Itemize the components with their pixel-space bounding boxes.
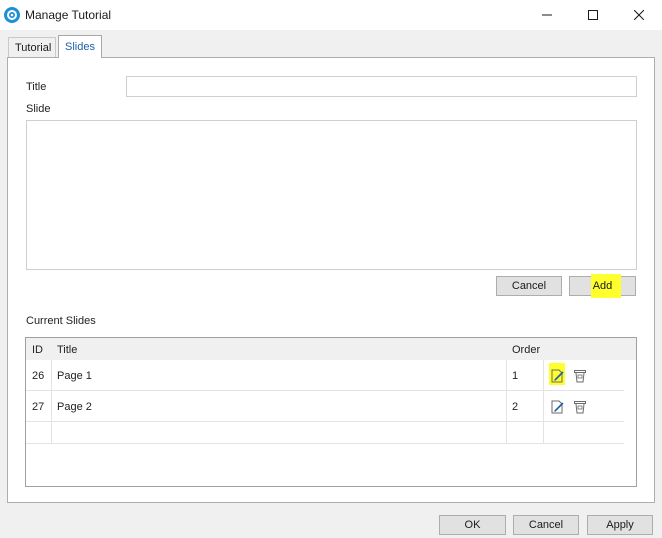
close-button[interactable]: [616, 0, 662, 30]
column-divider: [51, 360, 52, 444]
cancel-button[interactable]: Cancel: [513, 515, 579, 535]
add-slide-button[interactable]: Add: [569, 274, 636, 298]
title-label: Title: [26, 81, 47, 93]
minimize-icon: [542, 14, 552, 16]
ok-button[interactable]: OK: [439, 515, 506, 535]
table-row[interactable]: 26 Page 1 1: [26, 360, 624, 391]
row-title: Page 2: [57, 401, 92, 413]
title-bar: Manage Tutorial: [0, 0, 662, 30]
row-order: 1: [512, 370, 519, 382]
column-divider: [543, 360, 544, 444]
app-icon: [4, 7, 20, 23]
current-slides-label: Current Slides: [26, 315, 96, 327]
maximize-icon: [588, 10, 598, 20]
slide-textarea[interactable]: [26, 120, 637, 270]
current-slides-grid: ID Title Order 26 Page 1 1 27 Page 2 2: [25, 337, 637, 487]
column-header-title[interactable]: Title: [57, 344, 77, 356]
edit-icon[interactable]: [550, 368, 566, 384]
delete-icon[interactable]: [572, 399, 588, 415]
window-title: Manage Tutorial: [25, 8, 112, 22]
cancel-slide-button-label: Cancel: [511, 280, 547, 292]
cancel-button-label: Cancel: [528, 519, 564, 531]
row-id: 27: [32, 401, 45, 413]
tab-slides[interactable]: Slides: [58, 35, 102, 58]
close-icon: [634, 10, 644, 20]
edit-icon[interactable]: [550, 399, 566, 415]
column-header-order[interactable]: Order: [512, 344, 540, 356]
add-slide-button-label: Add: [592, 280, 613, 292]
column-divider: [506, 360, 507, 444]
row-title: Page 1: [57, 370, 92, 382]
ok-button-label: OK: [464, 519, 481, 531]
slide-label: Slide: [26, 103, 51, 115]
title-input[interactable]: [126, 76, 637, 97]
maximize-button[interactable]: [570, 0, 616, 30]
apply-button[interactable]: Apply: [587, 515, 653, 535]
slides-panel: Title Slide Cancel Add Current Slides ID…: [7, 57, 655, 503]
grid-header: ID Title Order: [26, 338, 636, 360]
minimize-button[interactable]: [524, 0, 570, 30]
row-order: 2: [512, 401, 519, 413]
table-row[interactable]: [26, 422, 624, 444]
cancel-slide-button[interactable]: Cancel: [496, 276, 562, 296]
row-id: 26: [32, 370, 45, 382]
table-row[interactable]: 27 Page 2 2: [26, 391, 624, 422]
delete-icon[interactable]: [572, 368, 588, 384]
tab-tutorial[interactable]: Tutorial: [8, 37, 56, 57]
column-header-id[interactable]: ID: [32, 344, 43, 356]
apply-button-label: Apply: [606, 519, 634, 531]
